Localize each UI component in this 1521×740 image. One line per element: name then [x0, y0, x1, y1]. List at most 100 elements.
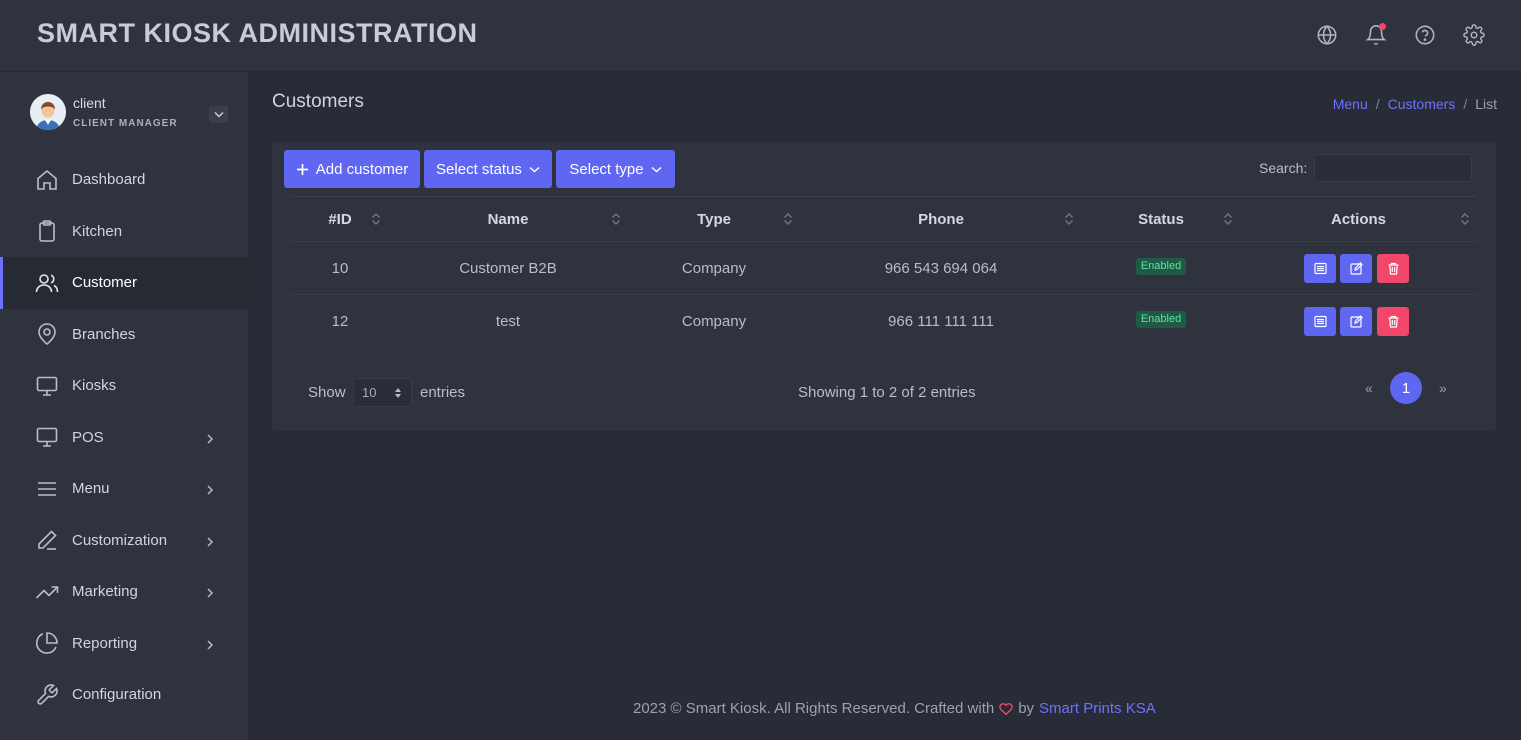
column-header-label: #ID — [328, 210, 352, 228]
footer-company-link[interactable]: Smart Prints KSA — [1039, 700, 1156, 717]
breadcrumb-separator: / — [1375, 96, 1380, 112]
pagination-page-1[interactable]: 1 — [1390, 372, 1422, 404]
chevron-right-icon — [205, 432, 215, 444]
footer: 2023 © Smart Kiosk. All Rights Reserved.… — [633, 700, 1156, 717]
delete-button[interactable] — [1377, 254, 1409, 283]
table-header: #ID Name Type Phone Status Actions — [291, 196, 1476, 242]
clipboard-icon — [35, 219, 59, 243]
cell-phone: 966 543 694 064 — [884, 260, 998, 277]
plus-icon — [296, 163, 308, 175]
table-info: Showing 1 to 2 of 2 entries — [798, 384, 976, 401]
globe-icon[interactable] — [1316, 24, 1338, 46]
sidebar: client CLIENT MANAGER Dashboard Kitchen … — [0, 72, 248, 740]
monitor-icon — [35, 374, 59, 398]
sidebar-item-label: Reporting — [72, 634, 138, 652]
monitor-icon — [35, 425, 59, 449]
sidebar-item-label: Branches — [72, 325, 136, 343]
sort-icon[interactable] — [1223, 211, 1233, 227]
page-length-value: 10 — [362, 385, 377, 400]
column-header-phone[interactable]: Phone — [799, 197, 1083, 241]
view-button[interactable] — [1304, 307, 1336, 336]
column-header-type[interactable]: Type — [627, 197, 801, 241]
sidebar-item-customer[interactable]: Customer — [0, 257, 248, 309]
avatar — [30, 94, 66, 130]
breadcrumb-menu-link[interactable]: Menu — [1333, 96, 1368, 112]
column-header-status[interactable]: Status — [1083, 197, 1239, 241]
sidebar-item-dashboard[interactable]: Dashboard — [0, 154, 248, 206]
delete-button[interactable] — [1377, 307, 1409, 336]
chevron-right-icon — [205, 638, 215, 650]
edit-button[interactable] — [1340, 254, 1372, 283]
customers-card: Add customer Select status Select type S… — [272, 142, 1496, 431]
select-status-dropdown[interactable]: Select status — [424, 150, 552, 188]
sidebar-item-label: Customer — [72, 274, 138, 292]
breadcrumb-separator: / — [1463, 96, 1468, 112]
home-icon — [35, 168, 59, 192]
cell-type: Company — [681, 313, 747, 330]
column-header-label: Status — [1138, 210, 1184, 228]
profile-dropdown-toggle[interactable] — [209, 106, 228, 123]
page-length-select[interactable]: 10 — [353, 378, 412, 407]
pagination-next[interactable]: » — [1439, 380, 1447, 396]
select-status-label: Select status — [436, 160, 522, 178]
sidebar-menu: Dashboard Kitchen Customer Branches Kios… — [0, 154, 248, 721]
cell-name: Customer B2B — [459, 260, 557, 277]
status-badge: Enabled — [1135, 258, 1187, 275]
sidebar-item-configuration[interactable]: Configuration — [0, 669, 248, 721]
view-button[interactable] — [1304, 254, 1336, 283]
sidebar-item-kiosks[interactable]: Kiosks — [0, 360, 248, 412]
sidebar-item-label: Kitchen — [72, 222, 123, 240]
sidebar-item-reporting[interactable]: Reporting — [0, 618, 248, 670]
sidebar-item-label: Customization — [72, 531, 168, 549]
breadcrumb-current: List — [1475, 96, 1497, 112]
sort-icon[interactable] — [371, 211, 381, 227]
sort-icon[interactable] — [1460, 211, 1470, 227]
app-title: SMART KIOSK ADMINISTRATION — [37, 18, 478, 48]
page-title: Customers — [272, 91, 364, 112]
trash-icon — [1388, 315, 1398, 328]
edit-button[interactable] — [1340, 307, 1372, 336]
users-icon — [35, 271, 59, 295]
table-row: 10 Customer B2B Company 966 543 694 064 … — [291, 242, 1476, 295]
sidebar-item-customization[interactable]: Customization — [0, 515, 248, 567]
entries-label: entries — [420, 384, 466, 401]
list-icon — [1313, 315, 1327, 328]
sort-icon[interactable] — [1064, 211, 1074, 227]
breadcrumb-customers-link[interactable]: Customers — [1388, 96, 1456, 112]
sidebar-item-label: Menu — [72, 480, 110, 498]
profile-role: CLIENT MANAGER — [73, 118, 178, 129]
top-navbar: SMART KIOSK ADMINISTRATION — [0, 0, 1521, 72]
sidebar-item-menu[interactable]: Menu — [0, 463, 248, 515]
column-header-label: Actions — [1330, 210, 1386, 228]
select-type-dropdown[interactable]: Select type — [556, 150, 675, 188]
map-pin-icon — [35, 322, 59, 346]
chevron-right-icon — [205, 535, 215, 547]
sidebar-item-label: Dashboard — [72, 171, 146, 189]
sidebar-item-marketing[interactable]: Marketing — [0, 566, 248, 618]
bell-icon[interactable] — [1365, 23, 1387, 46]
cell-status: Enabled — [1083, 295, 1239, 348]
search-input[interactable] — [1314, 154, 1472, 182]
trending-up-icon — [35, 580, 59, 604]
user-profile[interactable]: client CLIENT MANAGER — [30, 94, 230, 134]
help-icon[interactable] — [1414, 24, 1436, 46]
column-header-actions[interactable]: Actions — [1259, 197, 1458, 241]
wrench-icon — [35, 683, 59, 707]
chevron-down-icon — [213, 111, 224, 118]
column-header-label: Phone — [918, 210, 964, 228]
pagination-previous[interactable]: « — [1365, 380, 1373, 396]
sort-icon[interactable] — [783, 211, 793, 227]
sidebar-item-label: Marketing — [72, 583, 138, 601]
column-header-name[interactable]: Name — [399, 197, 617, 241]
notification-dot — [1379, 23, 1386, 30]
search-label: Search: — [1259, 160, 1308, 176]
sort-icon[interactable] — [611, 211, 621, 227]
list-icon — [1313, 262, 1327, 275]
sidebar-item-kitchen[interactable]: Kitchen — [0, 206, 248, 258]
gear-icon[interactable] — [1463, 24, 1485, 46]
add-customer-button[interactable]: Add customer — [284, 150, 420, 188]
pen-icon — [35, 528, 59, 552]
cell-id: 10 — [331, 260, 349, 277]
sidebar-item-pos[interactable]: POS — [0, 412, 248, 464]
sidebar-item-branches[interactable]: Branches — [0, 309, 248, 361]
